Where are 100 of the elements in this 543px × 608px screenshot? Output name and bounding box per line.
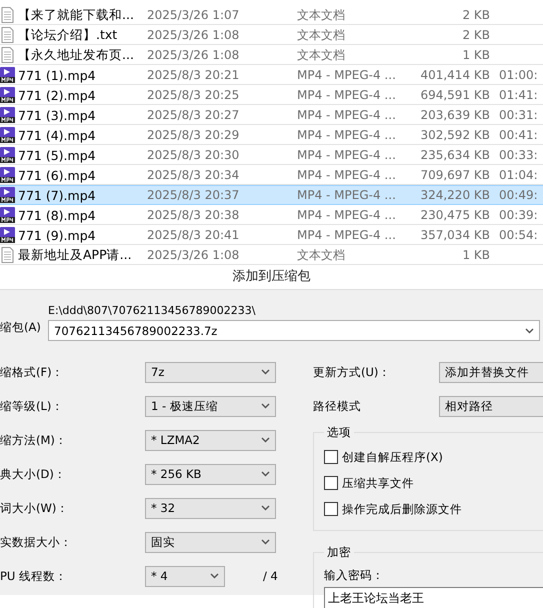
file-type: MP4 - MPEG-4 ... xyxy=(297,128,397,142)
password-label: 输入密码： xyxy=(324,568,385,583)
file-row[interactable]: 771 (3).mp4 2025/8/3 20:27 MP4 - MPEG-4 ... 203,639 KB 00:31: xyxy=(0,105,543,125)
file-date: 2025/3/26 1:08 xyxy=(147,248,240,262)
path-mode-label: 路径模式 xyxy=(313,398,362,414)
file-size: 357,034 KB xyxy=(419,228,490,242)
file-size: 324,220 KB xyxy=(419,188,490,202)
file-duration: 00:54: xyxy=(499,228,538,242)
chevron-down-icon xyxy=(261,369,270,375)
file-date: 2025/8/3 20:38 xyxy=(147,208,240,222)
file-row[interactable]: 771 (8).mp4 2025/8/3 20:38 MP4 - MPEG-4 ... 230,475 KB 00:39: xyxy=(0,205,543,225)
chevron-down-icon xyxy=(525,328,534,334)
setting-label: 词大小(W)： xyxy=(0,500,70,516)
password-field[interactable]: 上老王论坛当老王 xyxy=(324,587,543,608)
setting-dropdown[interactable]: * LZMA2 xyxy=(145,430,276,450)
file-size: 1 KB xyxy=(461,48,490,62)
file-name: 【论坛介绍】.txt xyxy=(18,26,118,44)
file-date: 2025/8/3 20:27 xyxy=(147,108,240,122)
file-date: 2025/8/3 20:25 xyxy=(147,88,240,102)
file-date: 2025/8/3 20:30 xyxy=(147,148,240,162)
file-name: 最新地址及APP请... xyxy=(18,246,133,264)
file-duration: 00:31: xyxy=(499,108,538,122)
file-type: 文本文档 xyxy=(297,26,346,44)
file-size: 302,592 KB xyxy=(419,128,490,142)
chevron-down-icon xyxy=(261,505,270,511)
setting-label: PU 线程数： xyxy=(0,568,68,584)
file-name: 771 (1).mp4 xyxy=(18,68,97,82)
file-type: MP4 - MPEG-4 ... xyxy=(297,88,397,102)
checkbox[interactable] xyxy=(324,450,338,464)
file-size: 2 KB xyxy=(461,28,490,42)
file-date: 2025/8/3 20:34 xyxy=(147,168,240,182)
file-row[interactable]: 771 (9).mp4 2025/8/3 20:41 MP4 - MPEG-4 ... 357,034 KB 00:54: xyxy=(0,225,543,245)
file-type: MP4 - MPEG-4 ... xyxy=(297,208,397,222)
file-duration: 01:00: xyxy=(499,68,538,82)
file-row[interactable]: 771 (2).mp4 2025/8/3 20:25 MP4 - MPEG-4 ... 694,591 KB 01:41: xyxy=(0,85,543,105)
file-type: 文本文档 xyxy=(297,6,346,24)
file-duration: 00:33: xyxy=(499,148,538,162)
setting-dropdown[interactable]: 固实 xyxy=(145,532,276,552)
file-name: 771 (5).mp4 xyxy=(18,148,97,162)
update-mode-dropdown[interactable]: 添加并替换文件 xyxy=(439,362,543,382)
chevron-down-icon xyxy=(210,573,219,579)
file-name: 771 (8).mp4 xyxy=(18,208,97,222)
file-name: 771 (7).mp4 xyxy=(18,188,97,202)
archive-path: E:\ddd\807\70762113456789002233\ xyxy=(48,304,256,317)
setting-label: 缩格式(F)： xyxy=(0,364,65,380)
file-date: 2025/8/3 20:29 xyxy=(147,128,240,142)
update-mode-label: 更新方式(U)： xyxy=(313,364,392,380)
file-row[interactable]: 771 (4).mp4 2025/8/3 20:29 MP4 - MPEG-4 ... 302,592 KB 00:41: xyxy=(0,125,543,145)
checkbox[interactable] xyxy=(324,502,338,516)
video-file-icon xyxy=(0,187,15,203)
file-name: 【永久地址发布页... xyxy=(18,46,135,64)
options-title: 选项 xyxy=(326,425,352,440)
file-type: MP4 - MPEG-4 ... xyxy=(297,228,397,242)
file-type: MP4 - MPEG-4 ... xyxy=(297,148,397,162)
file-type: 文本文档 xyxy=(297,246,346,264)
file-size: 2 KB xyxy=(461,8,490,22)
file-row[interactable]: 【永久地址发布页... 2025/3/26 1:08 文本文档 1 KB xyxy=(0,45,543,65)
file-date: 2025/3/26 1:08 xyxy=(147,28,240,42)
file-row[interactable]: 771 (5).mp4 2025/8/3 20:30 MP4 - MPEG-4 ... 235,634 KB 00:33: xyxy=(0,145,543,165)
checkbox-label: 压缩共享文件 xyxy=(342,476,414,490)
file-duration: 00:49: xyxy=(499,188,538,202)
setting-dropdown[interactable]: 1 - 极速压缩 xyxy=(145,396,276,416)
file-date: 2025/3/26 1:07 xyxy=(147,8,240,22)
setting-dropdown[interactable]: * 32 xyxy=(145,498,276,518)
file-size: 230,475 KB xyxy=(419,208,490,222)
chevron-down-icon xyxy=(261,539,270,545)
path-mode-dropdown[interactable]: 相对路径 xyxy=(439,396,543,416)
file-duration: 01:04: xyxy=(499,168,538,182)
file-row[interactable]: 771 (7).mp4 2025/8/3 20:37 MP4 - MPEG-4 ... 324,220 KB 00:49: xyxy=(0,185,543,205)
setting-dropdown[interactable]: * 256 KB xyxy=(145,464,276,484)
file-date: 2025/3/26 1:08 xyxy=(147,48,240,62)
chevron-down-icon xyxy=(261,471,270,477)
file-row[interactable]: 【来了就能下载和... 2025/3/26 1:07 文本文档 2 KB xyxy=(0,5,543,25)
file-type: 文本文档 xyxy=(297,46,346,64)
file-size: 1 KB xyxy=(461,248,490,262)
setting-label: 缩等级(L)： xyxy=(0,398,64,414)
file-duration: 00:39: xyxy=(499,208,538,222)
chevron-down-icon xyxy=(261,403,270,409)
encryption-title: 加密 xyxy=(326,545,352,560)
setting-dropdown[interactable]: * 4 xyxy=(145,566,225,586)
file-size: 235,634 KB xyxy=(419,148,490,162)
file-date: 2025/8/3 20:41 xyxy=(147,228,240,242)
chevron-down-icon xyxy=(261,437,270,443)
setting-dropdown[interactable]: 7z xyxy=(145,362,276,382)
file-row[interactable]: 771 (1).mp4 2025/8/3 20:21 MP4 - MPEG-4 ... 401,414 KB 01:00: xyxy=(0,65,543,85)
setting-label: 典大小(D)： xyxy=(0,466,67,482)
checkbox[interactable] xyxy=(324,476,338,490)
file-row[interactable]: 【论坛介绍】.txt 2025/3/26 1:08 文本文档 2 KB xyxy=(0,25,543,45)
archive-label: 缩包(A) xyxy=(0,319,42,336)
archive-name-field[interactable]: 70762113456789002233.7z xyxy=(48,320,540,341)
thread-total: / 4 xyxy=(263,569,278,583)
file-date: 2025/8/3 20:37 xyxy=(147,188,240,202)
setting-label: 实数据大小： xyxy=(0,534,73,550)
checkbox-label: 创建自解压程序(X) xyxy=(342,450,443,464)
file-size: 401,414 KB xyxy=(419,68,490,82)
file-name: 771 (2).mp4 xyxy=(18,88,97,102)
file-date: 2025/8/3 20:21 xyxy=(147,68,240,82)
file-size: 709,697 KB xyxy=(419,168,490,182)
file-duration: 00:41: xyxy=(499,128,538,142)
file-name: 771 (3).mp4 xyxy=(18,108,97,122)
